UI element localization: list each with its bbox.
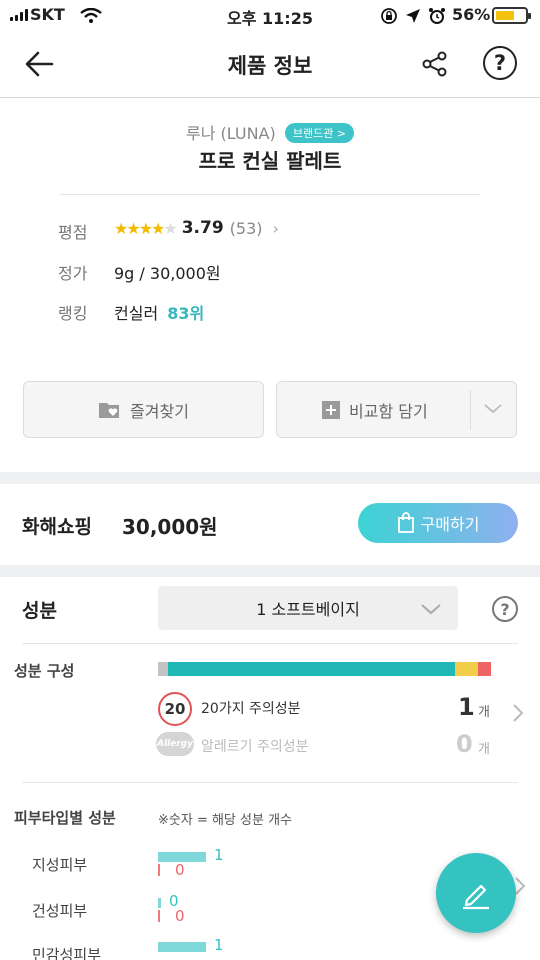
orientation-lock-icon xyxy=(381,8,397,24)
pencil-icon xyxy=(463,884,489,910)
divider xyxy=(22,643,518,644)
chevron-down-icon[interactable] xyxy=(483,402,503,416)
shop-name: 화해쇼핑 xyxy=(22,516,92,538)
ingredients-title: 성분 xyxy=(22,600,57,622)
help-icon[interactable]: ? xyxy=(492,596,518,622)
compare-button[interactable]: 비교함 담기 xyxy=(276,381,517,438)
skin-type-label: 건성피부 xyxy=(32,902,88,920)
compare-label: 비교함 담기 xyxy=(349,401,428,421)
alarm-icon xyxy=(429,8,445,24)
rank-category: 컨실러 xyxy=(114,304,159,323)
composition-label: 성분 구성 xyxy=(14,662,75,680)
product-name: 프로 컨실 팔레트 xyxy=(198,149,342,173)
review-count: (53) xyxy=(229,218,263,238)
bad-ingredient-count: 0 xyxy=(175,907,185,925)
favorite-button[interactable]: 즐겨찾기 xyxy=(23,381,264,438)
divider xyxy=(22,782,518,783)
rank-value: 83위 xyxy=(167,304,205,323)
favorite-label: 즐겨찾기 xyxy=(130,401,189,421)
caution-label: 20가지 주의성분 xyxy=(201,701,301,717)
folder-heart-icon xyxy=(99,402,120,418)
section-divider xyxy=(0,565,540,577)
skin-type-label: 민감성피부 xyxy=(32,946,102,960)
chevron-down-icon xyxy=(421,604,441,615)
price-value: 9g / 30,000원 xyxy=(114,264,221,283)
composition-segment-safe xyxy=(168,662,455,676)
buy-button[interactable]: 구매하기 xyxy=(358,503,518,543)
rating-label: 평점 xyxy=(58,223,88,242)
divider xyxy=(470,390,471,430)
bad-ingredient-count: 0 xyxy=(175,861,185,879)
brand-row: 루나 (LUNA) 브랜드관 > xyxy=(0,120,540,144)
good-ingredient-count: 1 xyxy=(214,846,224,864)
allergy-icon: Allergy xyxy=(156,732,194,756)
skin-type-note: ※숫자 = 해당 성분 개수 xyxy=(158,813,292,828)
star-icon: ★ xyxy=(126,218,140,238)
caution-count: 1 xyxy=(458,693,475,721)
composition-segment-danger xyxy=(478,662,491,676)
divider xyxy=(60,194,480,195)
location-icon xyxy=(406,9,420,23)
brand-store-badge[interactable]: 브랜드관 > xyxy=(284,123,355,143)
write-review-button[interactable] xyxy=(436,853,516,933)
star-icon: ★ xyxy=(114,218,128,238)
price-label: 정가 xyxy=(58,264,88,283)
skin-type-title: 피부타입별 성분 xyxy=(14,809,116,827)
page-title: 제품 정보 xyxy=(227,54,313,78)
section-divider xyxy=(0,472,540,484)
rank-row[interactable]: 컨실러 83위 xyxy=(114,300,204,324)
rating-value: 3.79 xyxy=(181,218,224,238)
buy-label: 구매하기 xyxy=(420,515,480,534)
allergy-count: 0 xyxy=(456,730,473,758)
chevron-right-icon[interactable] xyxy=(512,703,524,723)
share-icon[interactable] xyxy=(422,51,448,77)
battery-icon xyxy=(492,7,531,24)
star-rating: ★★★★★ xyxy=(114,218,178,238)
caution-unit: 개 xyxy=(478,705,490,720)
selected-option: 1 소프트베이지 xyxy=(256,600,360,619)
composition-segment-caution xyxy=(455,662,478,676)
color-option-select[interactable]: 1 소프트베이지 xyxy=(158,586,458,630)
rank-label: 랭킹 xyxy=(58,304,88,323)
shop-price: 30,000원 xyxy=(122,515,218,539)
skin-type-label: 지성피부 xyxy=(32,856,88,874)
bad-ingredient-bar xyxy=(158,910,160,922)
help-icon[interactable]: ? xyxy=(483,46,517,80)
battery-percent: 56% xyxy=(452,5,491,24)
bad-ingredient-bar xyxy=(158,864,160,876)
shopping-bag-icon xyxy=(397,512,414,533)
composition-segment-gray xyxy=(158,662,168,676)
star-icon: ★ xyxy=(151,218,165,238)
plus-square-icon xyxy=(322,400,340,419)
star-icon: ★ xyxy=(138,218,153,238)
composition-bar xyxy=(158,662,492,676)
allergy-unit: 개 xyxy=(478,742,490,757)
brand-name[interactable]: 루나 (LUNA) xyxy=(186,124,276,143)
caution-20-icon: 20 xyxy=(158,692,192,726)
good-ingredient-count: 1 xyxy=(214,936,224,954)
chevron-right-icon: › xyxy=(272,218,279,238)
good-ingredient-bar xyxy=(158,898,161,908)
star-icon: ★ xyxy=(163,218,177,238)
status-bar: SKT 오후 11:25 56% xyxy=(0,0,540,30)
allergy-label: 알레르기 주의성분 xyxy=(201,739,309,755)
app-header: 제품 정보 ? xyxy=(0,30,540,98)
rating-row[interactable]: ★★★★★ 3.79 (53) › xyxy=(114,218,279,238)
good-ingredient-bar xyxy=(158,942,206,952)
